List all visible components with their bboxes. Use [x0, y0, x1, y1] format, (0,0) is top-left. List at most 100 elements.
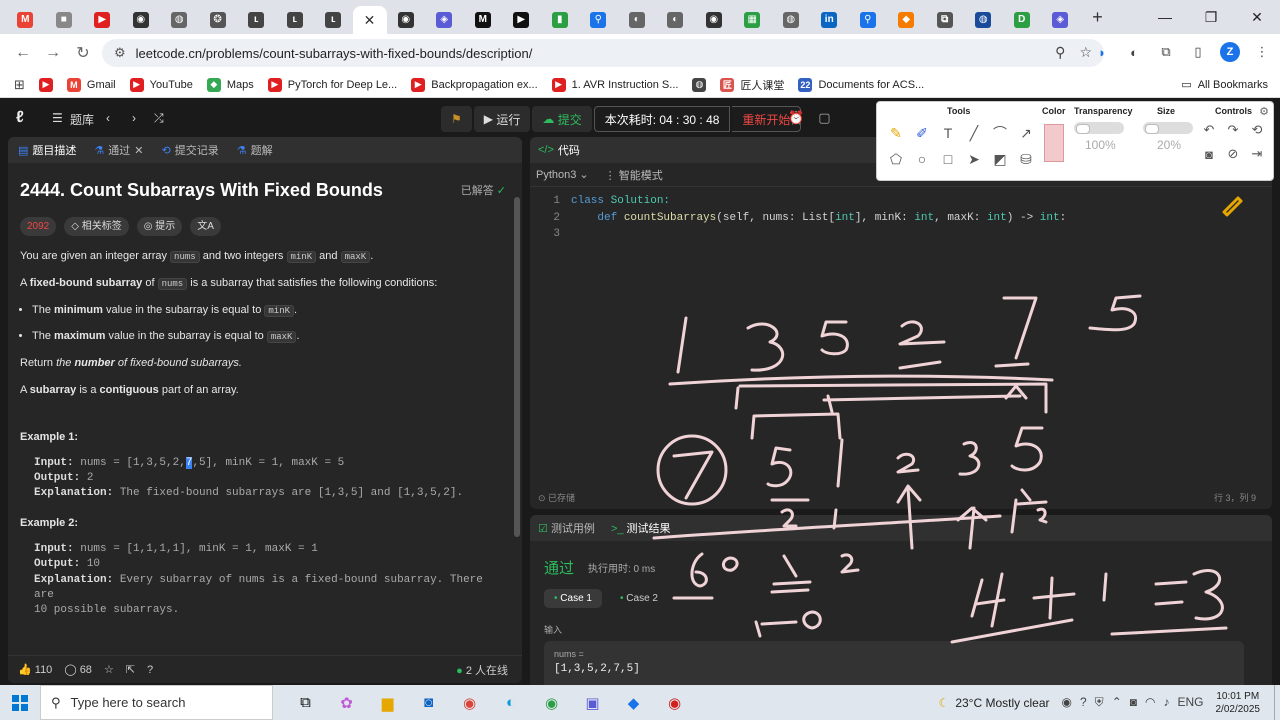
help-icon[interactable]: ?: [147, 664, 153, 676]
redo-icon[interactable]: ↷: [1223, 120, 1243, 140]
language-indicator[interactable]: ENG: [1177, 695, 1203, 710]
transparency-slider[interactable]: [1074, 122, 1124, 134]
square-icon[interactable]: □: [937, 148, 959, 170]
back-button[interactable]: ←: [8, 38, 38, 68]
case-1-tab[interactable]: • Case 1: [544, 589, 602, 608]
language-select[interactable]: Python3 ⌄: [536, 168, 589, 181]
record-icon[interactable]: ◉: [1062, 695, 1072, 710]
next-problem-icon[interactable]: ›: [132, 111, 136, 125]
browser-tab[interactable]: M: [6, 6, 45, 34]
menu-icon[interactable]: ☰: [52, 111, 63, 125]
browser-tab[interactable]: ◍: [964, 6, 1003, 34]
prev-problem-icon[interactable]: ‹: [106, 111, 110, 125]
hide-icon[interactable]: ⊘: [1223, 144, 1243, 164]
outlook-icon[interactable]: ◙: [408, 685, 449, 720]
browser-tab[interactable]: ◉: [387, 6, 426, 34]
reload-button[interactable]: ↻: [68, 38, 98, 68]
bookmark-item[interactable]: ▶ Backpropagation ex...: [411, 77, 538, 93]
bookmark-item[interactable]: ▶ 1. AVR Instruction S...: [551, 77, 678, 93]
chrome-icon[interactable]: ◉: [449, 685, 490, 720]
difficulty-badge[interactable]: 2092: [20, 216, 57, 237]
scrollbar[interactable]: [514, 197, 520, 537]
share-icon[interactable]: ⇱: [126, 663, 135, 676]
chrome-profile-icon[interactable]: ◉: [531, 685, 572, 720]
task-view-icon[interactable]: ⧉: [285, 685, 326, 720]
browser-tab[interactable]: M: [464, 6, 503, 34]
extensions-puzzle-icon[interactable]: ⧉: [1156, 42, 1176, 62]
browser-tab[interactable]: ◉: [122, 6, 161, 34]
file-explorer-icon[interactable]: ▆: [367, 685, 408, 720]
sidepanel-icon[interactable]: ▯: [1188, 42, 1208, 62]
tab-submissions[interactable]: ⟲ 提交记录: [162, 142, 219, 158]
exit-icon[interactable]: ⇥: [1247, 144, 1267, 164]
browser-tab[interactable]: ◍: [160, 6, 199, 34]
bookmark-item[interactable]: ▶ YouTube: [129, 77, 193, 93]
browser-tab[interactable]: ◐: [656, 6, 695, 34]
chevron-up-icon[interactable]: ⌃: [1112, 695, 1122, 710]
bookmark-item[interactable]: 22 Documents for ACS...: [798, 77, 924, 93]
size-slider[interactable]: [1143, 122, 1193, 134]
curve-tool-icon[interactable]: ⌒: [989, 122, 1011, 144]
browser-tab[interactable]: ✕: [352, 6, 387, 34]
tab-test-result[interactable]: >_ 测试结果: [611, 520, 671, 536]
weather-widget[interactable]: ☾ 23°C Mostly clear: [939, 696, 1050, 710]
line-tool-icon[interactable]: ╱: [963, 122, 985, 144]
bookmark-item[interactable]: ◆ Maps: [206, 77, 254, 93]
translate-button[interactable]: 文A: [190, 216, 221, 237]
like-button[interactable]: 👍 110: [18, 663, 52, 676]
extension-icon[interactable]: ◗: [1092, 42, 1112, 62]
browser-tab[interactable]: ◉: [695, 6, 734, 34]
extension-icon[interactable]: ◐: [1124, 42, 1144, 62]
color-swatch[interactable]: [1044, 124, 1064, 162]
undo-icon[interactable]: ↶: [1199, 120, 1219, 140]
leetcode-logo-icon[interactable]: ℓ: [16, 109, 34, 127]
settings-gear-icon[interactable]: ⚙: [1259, 105, 1269, 118]
bookmark-item[interactable]: 匠匠人课堂: [720, 77, 784, 93]
browser-tab[interactable]: ▶: [83, 6, 122, 34]
clock[interactable]: 10:01 PM 2/02/2025: [1216, 690, 1261, 716]
text-tool-icon[interactable]: T: [937, 122, 959, 144]
maximize-button[interactable]: ❐: [1188, 0, 1234, 34]
cursor-icon[interactable]: ➤: [963, 148, 985, 170]
volume-icon[interactable]: ♪: [1163, 695, 1169, 710]
taskbar-search[interactable]: ⚲ Type here to search: [40, 685, 273, 720]
code-editor[interactable]: 1 class Solution: 2 def countSubarrays (se…: [530, 193, 1272, 243]
wifi-icon[interactable]: ◠: [1145, 695, 1155, 710]
browser-tab[interactable]: ⚲: [579, 6, 618, 34]
browser-tab[interactable]: ⧉: [926, 6, 965, 34]
close-tab-icon[interactable]: ✕: [134, 144, 143, 157]
arrow-line-icon[interactable]: ↗: [1015, 122, 1037, 144]
browser-tab[interactable]: ◐: [618, 6, 657, 34]
camera-icon[interactable]: ◙: [1199, 144, 1219, 164]
show-desktop-button[interactable]: [1274, 685, 1280, 720]
browser-tab[interactable]: ❂: [199, 6, 238, 34]
browser-tab[interactable]: ◈: [425, 6, 464, 34]
comments-button[interactable]: ◯ 68: [64, 663, 92, 676]
minimize-button[interactable]: —: [1142, 0, 1188, 34]
highlighter-icon[interactable]: ✎: [885, 122, 907, 144]
browser-tab[interactable]: D: [1003, 6, 1042, 34]
clear-icon[interactable]: ⟲: [1247, 120, 1267, 140]
browser-tab[interactable]: ʟ: [314, 6, 353, 34]
problem-title[interactable]: 2444. Count Subarrays With Fixed Bounds: [20, 177, 506, 205]
tab-code[interactable]: 代码: [558, 142, 580, 158]
browser-tab[interactable]: ▶: [502, 6, 541, 34]
help-circle-icon[interactable]: ?: [1080, 695, 1087, 710]
bookmark-item[interactable]: ▶ PyTorch for Deep Le...: [267, 77, 397, 93]
hint-button[interactable]: ◎ 提示: [136, 216, 183, 237]
alarm-icon[interactable]: ⏰: [788, 110, 804, 126]
tab-testcases[interactable]: ☑ 测试用例: [538, 520, 595, 536]
zoom-icon[interactable]: ⚲: [1055, 44, 1065, 61]
apps-grid-icon[interactable]: ⊞: [14, 77, 25, 93]
smart-mode-toggle[interactable]: ⋮ 智能模式: [605, 167, 663, 183]
tab-description[interactable]: ▤ 题目描述: [18, 142, 76, 158]
menu-kebab-icon[interactable]: ⋮: [1252, 42, 1272, 62]
browser-tab[interactable]: ʟ: [276, 6, 315, 34]
teams-icon[interactable]: ▣: [572, 685, 613, 720]
fill-icon[interactable]: ⛁: [1015, 148, 1037, 170]
site-info-icon[interactable]: ⚙: [114, 45, 126, 61]
run-button[interactable]: ▶ 运行: [473, 106, 531, 132]
browser-tab[interactable]: ◈: [1041, 6, 1080, 34]
bookmark-item[interactable]: ▶: [38, 77, 53, 93]
browser-tab[interactable]: ■: [45, 6, 84, 34]
